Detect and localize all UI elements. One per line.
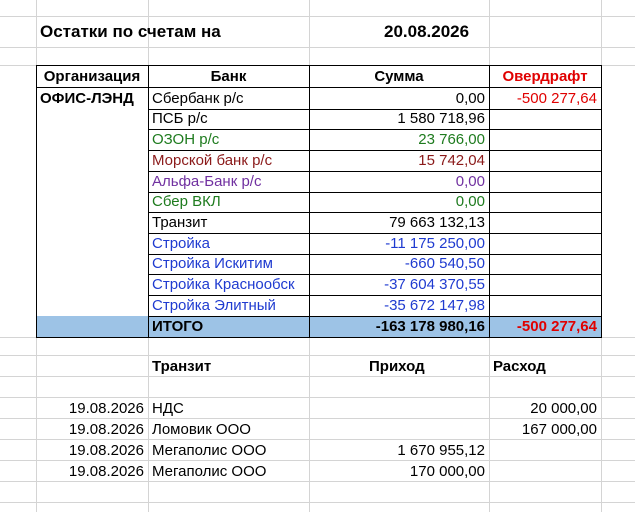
table-row: Транзит 79 663 132,13 (0, 212, 635, 233)
bank-name[interactable]: ПСБ р/с (148, 109, 309, 129)
transit-date[interactable]: 19.08.2026 (36, 461, 148, 482)
transit-row: 19.08.2026 Мегаполис ООО 1 670 955,12 (0, 440, 635, 461)
row-border (148, 316, 602, 317)
transit-date[interactable]: 19.08.2026 (36, 419, 148, 440)
table-row: Стройка -11 175 250,00 (0, 233, 635, 254)
table-row: ПСБ р/с 1 580 718,96 (0, 109, 635, 129)
total-overdraft[interactable]: -500 277,64 (489, 316, 601, 337)
transit-income[interactable] (309, 419, 489, 440)
transit-income[interactable]: 170 000,00 (309, 461, 489, 482)
bank-sum[interactable]: -35 672 147,98 (309, 295, 489, 316)
bank-sum[interactable]: 0,00 (309, 88, 489, 109)
bank-overdraft[interactable] (489, 109, 601, 129)
bank-sum[interactable]: -11 175 250,00 (309, 233, 489, 254)
total-sum[interactable]: -163 178 980,16 (309, 316, 489, 337)
bank-sum[interactable]: 1 580 718,96 (309, 109, 489, 129)
transit-row: 19.08.2026 НДС 20 000,00 (0, 398, 635, 419)
bank-overdraft[interactable] (489, 150, 601, 171)
table-row: ОЗОН р/с 23 766,00 (0, 129, 635, 150)
bank-overdraft[interactable] (489, 274, 601, 295)
bank-name[interactable]: Сбербанк р/с (148, 88, 309, 109)
transit-expense[interactable] (489, 440, 601, 461)
bank-overdraft[interactable] (489, 171, 601, 192)
col-header-bank[interactable]: Банк (148, 66, 309, 87)
table-row: ОФИС-ЛЭНД Сбербанк р/с 0,00 -500 277,64 (0, 88, 635, 109)
row-border (148, 233, 602, 234)
bank-overdraft[interactable] (489, 212, 601, 233)
title-row: Остатки по счетам на 20.08.2026 (0, 17, 635, 47)
bank-name[interactable]: Стройка Искитим (148, 254, 309, 274)
table-row: Стройка Краснообск -37 604 370,55 (0, 274, 635, 295)
bank-sum[interactable]: -660 540,50 (309, 254, 489, 274)
report-date[interactable]: 20.08.2026 (380, 17, 489, 47)
bank-name[interactable]: Сбер ВКЛ (148, 192, 309, 212)
spreadsheet: Остатки по счетам на 20.08.2026 Организа… (0, 0, 635, 512)
transit-expense[interactable] (489, 461, 601, 482)
bank-sum[interactable]: -37 604 370,55 (309, 274, 489, 295)
transit-col-expense[interactable]: Расход (489, 356, 601, 377)
bank-name[interactable]: Стройка Элитный (148, 295, 309, 316)
transit-header: Транзит Приход Расход (0, 356, 635, 377)
bank-name[interactable]: Альфа-Банк р/с (148, 171, 309, 192)
transit-income[interactable] (309, 398, 489, 419)
col-header-org[interactable]: Организация (36, 66, 148, 87)
table-row: Стройка Искитим -660 540,50 (0, 254, 635, 274)
table-header: Организация Банк Сумма Овердрафт (0, 66, 635, 87)
transit-row: 19.08.2026 Мегаполис ООО 170 000,00 (0, 461, 635, 482)
sheet-title[interactable]: Остатки по счетам на (36, 17, 309, 47)
transit-date[interactable]: 19.08.2026 (36, 398, 148, 419)
row-border (148, 109, 602, 110)
row-border (148, 192, 602, 193)
table-row: Морской банк р/с 15 742,04 (0, 150, 635, 171)
transit-name[interactable]: Мегаполис ООО (148, 440, 309, 461)
row-border (148, 295, 602, 296)
bank-overdraft[interactable] (489, 233, 601, 254)
col-header-overdraft[interactable]: Овердрафт (489, 66, 601, 87)
bank-overdraft[interactable] (489, 129, 601, 150)
bank-overdraft[interactable] (489, 192, 601, 212)
org-name[interactable]: ОФИС-ЛЭНД (36, 88, 148, 109)
row-border (148, 212, 602, 213)
table-row: Альфа-Банк р/с 0,00 (0, 171, 635, 192)
transit-col-income[interactable]: Приход (365, 356, 489, 377)
bank-overdraft[interactable] (489, 295, 601, 316)
bank-name[interactable]: Стройка (148, 233, 309, 254)
table-row: Сбер ВКЛ 0,00 (0, 192, 635, 212)
transit-row: 19.08.2026 Ломовик ООО 167 000,00 (0, 419, 635, 440)
transit-income[interactable]: 1 670 955,12 (309, 440, 489, 461)
bank-overdraft[interactable] (489, 254, 601, 274)
row-border (148, 150, 602, 151)
bank-name[interactable]: Стройка Краснообск (148, 274, 309, 295)
bank-sum[interactable]: 15 742,04 (309, 150, 489, 171)
row-border (148, 129, 602, 130)
bank-sum[interactable]: 79 663 132,13 (309, 212, 489, 233)
transit-name[interactable]: Ломовик ООО (148, 419, 309, 440)
row-border (148, 274, 602, 275)
transit-expense[interactable]: 167 000,00 (489, 419, 601, 440)
row-border (148, 171, 602, 172)
bank-name[interactable]: Морской банк р/с (148, 150, 309, 171)
bank-name[interactable]: ОЗОН р/с (148, 129, 309, 150)
bank-overdraft[interactable]: -500 277,64 (489, 88, 601, 109)
col-header-sum[interactable]: Сумма (309, 66, 489, 87)
table-row: Стройка Элитный -35 672 147,98 (0, 295, 635, 316)
bank-sum[interactable]: 23 766,00 (309, 129, 489, 150)
transit-date[interactable]: 19.08.2026 (36, 440, 148, 461)
bank-sum[interactable]: 0,00 (309, 171, 489, 192)
bank-name[interactable]: Транзит (148, 212, 309, 233)
row-border (148, 254, 602, 255)
total-label[interactable]: ИТОГО (148, 316, 309, 337)
transit-name[interactable]: НДС (148, 398, 309, 419)
bank-sum[interactable]: 0,00 (309, 192, 489, 212)
transit-col-name[interactable]: Транзит (148, 356, 309, 377)
total-row: ИТОГО -163 178 980,16 -500 277,64 (0, 316, 635, 337)
transit-name[interactable]: Мегаполис ООО (148, 461, 309, 482)
transit-expense[interactable]: 20 000,00 (489, 398, 601, 419)
